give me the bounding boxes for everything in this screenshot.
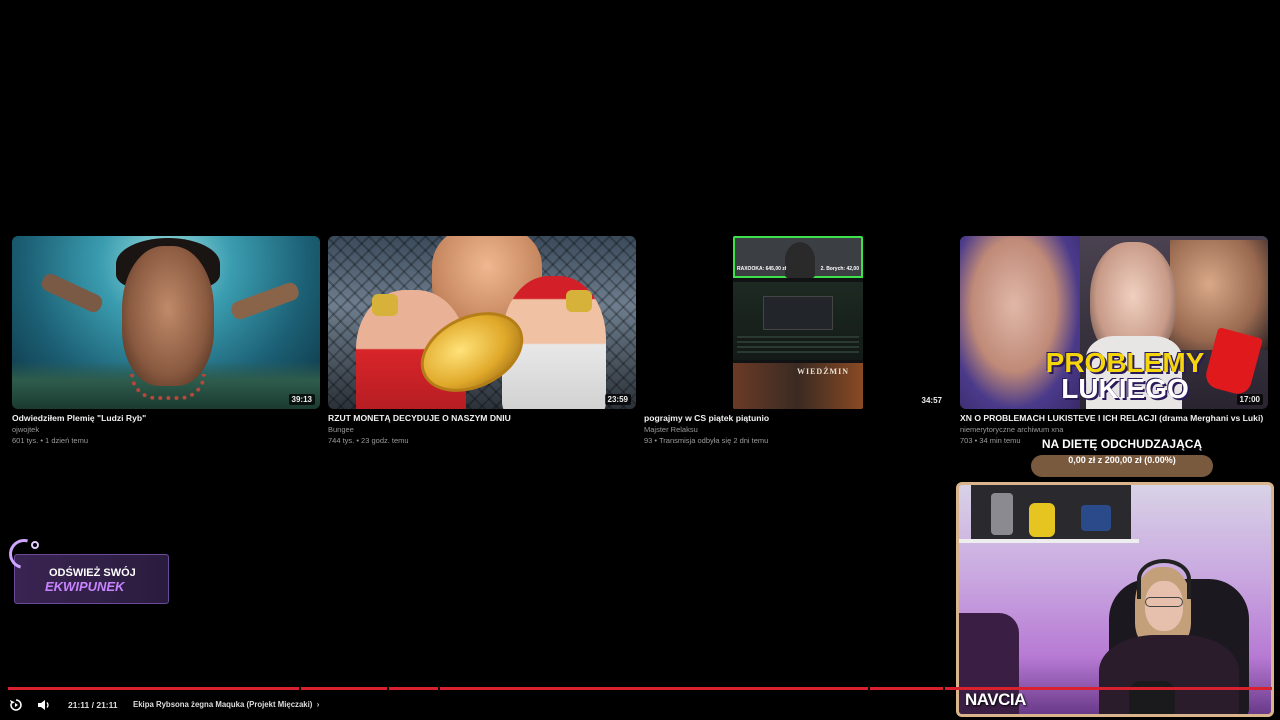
player-controls: 21:11 / 21:11 Ekipa Rybsona żegna Maquka… (0, 694, 1280, 716)
goal-progress-bar: 0,00 zł z 200,00 zł (0.00%) (1031, 455, 1213, 477)
thumbnail-art (372, 294, 398, 316)
duration-badge: 23:59 (604, 394, 631, 405)
video-title[interactable]: Odwiedziłem Plemię "Ludzi Ryb" (12, 413, 320, 423)
video-meta: 93 • Transmisja odbyła się 2 dni temu (644, 436, 769, 445)
thumbnail-art (566, 290, 592, 312)
banner-line-1: ODŚWIEŻ SWÓJ (49, 567, 136, 579)
equipment-banner: ODŚWIEŻ SWÓJ EKWIPUNEK (3, 533, 169, 604)
video-progress-bar[interactable] (8, 687, 1272, 690)
duration-badge: 17:00 (1236, 394, 1263, 405)
video-card-1[interactable]: 39:13 Odwiedziłem Plemię "Ludzi Ryb" ojw… (12, 236, 320, 445)
thumbnail-art: RAXOOKA: 645,00 zł 2. Borych: 42,00 (733, 236, 863, 278)
goal-amount: 0,00 zł z 200,00 zł (0.00%) (1068, 455, 1176, 465)
channel-name[interactable]: Bungee (328, 425, 636, 434)
webcam-art (1137, 559, 1191, 599)
banner-line-2: EKWIPUNEK (45, 579, 125, 594)
thumbnail-art (229, 280, 301, 322)
thumbnail-art (39, 271, 105, 315)
progress-fill (8, 687, 1272, 690)
thumbnail-text: RAXOOKA: 645,00 zł (737, 266, 787, 272)
thumbnail-art (733, 282, 863, 360)
banner-decoration (3, 533, 45, 575)
goal-title: NA DIETĘ ODCHUDZAJĄCĄ (1041, 437, 1203, 451)
time-display: 21:11 / 21:11 (68, 700, 118, 710)
video-meta: 601 tys. • 1 dzień temu (12, 436, 88, 445)
chapter-marker (867, 687, 870, 690)
channel-name[interactable]: ojwojtek (12, 425, 320, 434)
video-card-2[interactable]: 23:59 RZUT MONETĄ DECYDUJE O NASZYM DNIU… (328, 236, 636, 445)
thumbnail-art: WIEDŹMIN (733, 363, 863, 409)
chapter-title[interactable]: Ekipa Rybsona żegna Maquka (Projekt Mięc… (133, 700, 319, 709)
volume-icon[interactable] (37, 698, 51, 712)
thumbnail-text: WIEDŹMIN (796, 367, 849, 376)
video-title[interactable]: RZUT MONETĄ DECYDUJE O NASZYM DNIU (328, 413, 636, 423)
replay-icon[interactable] (9, 698, 23, 712)
video-thumbnail[interactable]: RAXOOKA: 645,00 zł 2. Borych: 42,00 WIED… (644, 236, 952, 409)
thumbnail-text: PROBLEMY LUKIEGO (1045, 347, 1205, 404)
thumbnail-art (122, 246, 214, 386)
chevron-right-icon: › (314, 700, 320, 709)
chapter-marker (387, 687, 390, 690)
duration-badge: 34:57 (921, 396, 942, 405)
chapter-marker (437, 687, 440, 690)
duration-badge: 39:13 (288, 394, 315, 405)
chapter-marker (943, 687, 946, 690)
video-thumbnail[interactable]: 39:13 (12, 236, 320, 409)
webcam-overlay: NAVCIA (956, 482, 1274, 717)
video-meta[interactable]: Majster Relaksu (644, 425, 952, 434)
thumbnail-text: 2. Borych: 42,00 (820, 266, 859, 272)
banner-decoration (31, 541, 39, 549)
channel-name[interactable]: niemerytoryczne archiwum xna (960, 425, 1268, 434)
chapter-marker (298, 687, 301, 690)
webcam-art (959, 539, 1139, 543)
video-thumbnail[interactable]: PROBLEMY LUKIEGO 17:00 (960, 236, 1268, 409)
video-thumbnail[interactable]: 23:59 (328, 236, 636, 409)
webcam-art (971, 485, 1131, 541)
video-title[interactable]: pograjmy w CS piątek piątunio (644, 413, 952, 423)
video-title[interactable]: XN O PROBLEMACH LUKISTEVE I ICH RELACJI … (960, 413, 1268, 423)
chapter-title-text: Ekipa Rybsona żegna Maquka (Projekt Mięc… (133, 700, 313, 709)
video-card-4[interactable]: PROBLEMY LUKIEGO 17:00 XN O PROBLEMACH L… (960, 236, 1268, 445)
video-meta: 744 tys. • 23 godz. temu (328, 436, 409, 445)
video-card-3[interactable]: RAXOOKA: 645,00 zł 2. Borych: 42,00 WIED… (644, 236, 952, 445)
